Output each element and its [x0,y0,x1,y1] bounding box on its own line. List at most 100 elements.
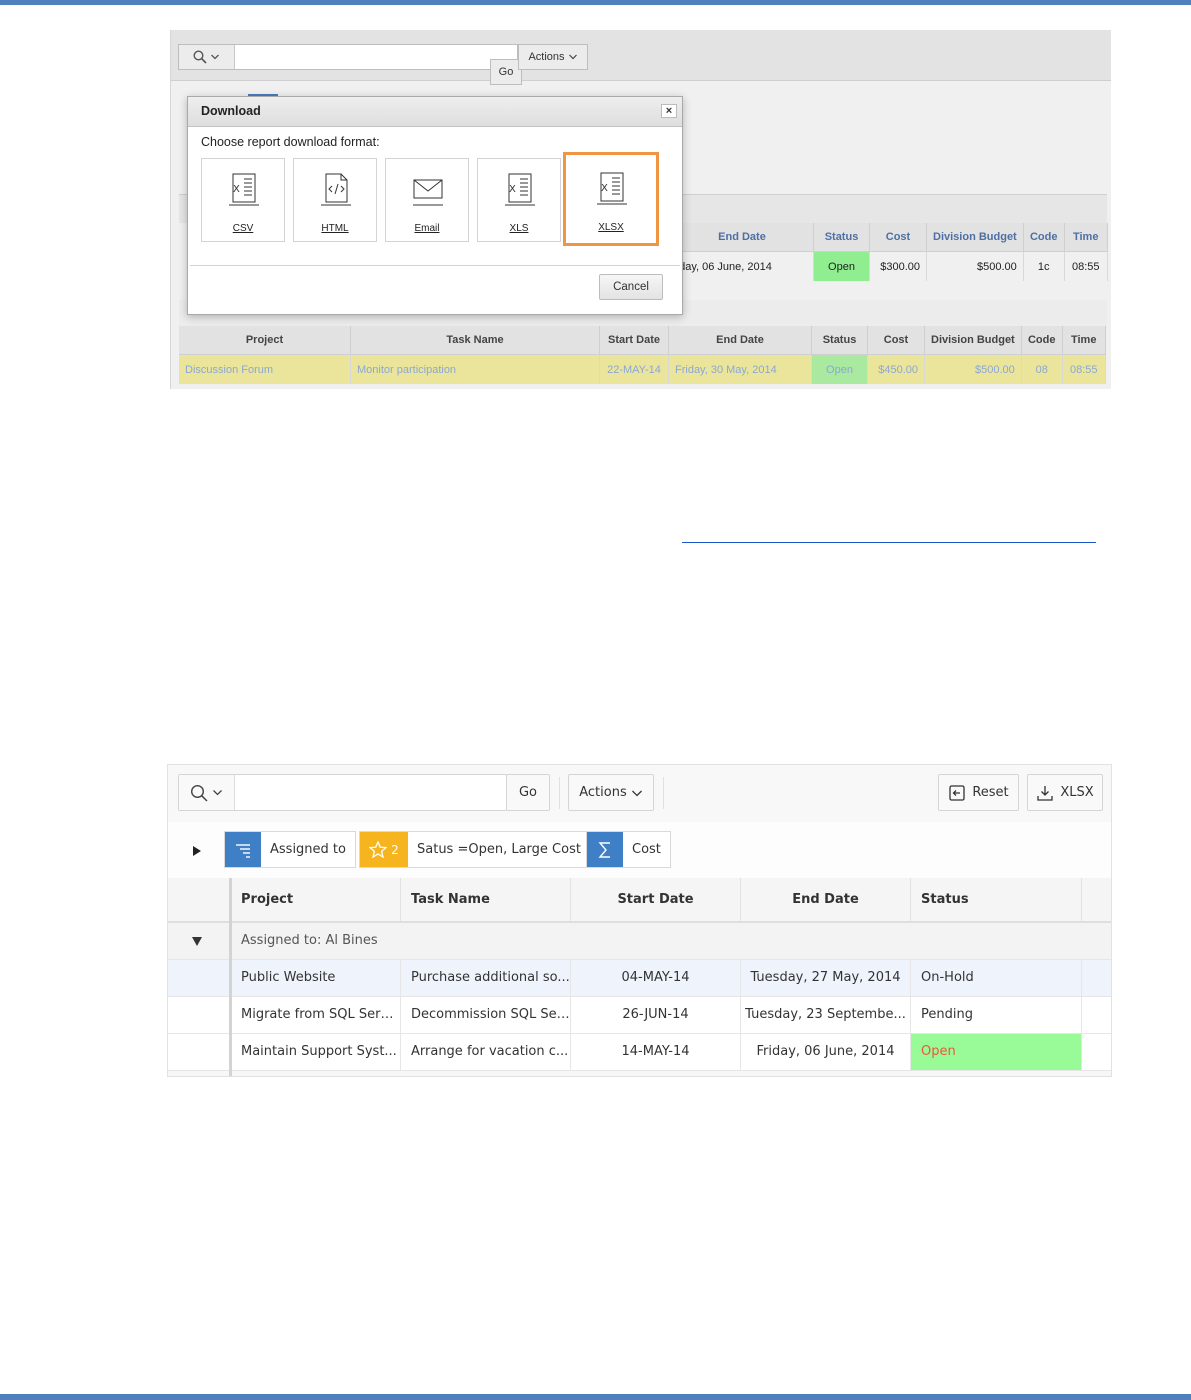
row-selector[interactable] [168,1034,230,1070]
format-option-xlsx[interactable]: X XLSX [563,152,659,246]
report-toolbar: Go Actions Reset XLSX [168,765,1111,823]
reset-button[interactable]: Reset [938,774,1019,811]
download-dialog-screenshot: Go Actions End Date Status Cost Division… [170,30,1111,389]
chip-label: Cost [632,842,661,857]
download-xlsx-button[interactable]: XLSX [1027,774,1103,811]
column-header-status[interactable]: Status [911,878,1082,921]
control-break-chip[interactable]: Assigned to [224,831,356,868]
task-name-cell: Purchase additional so... [401,960,571,996]
format-label: HTML [321,223,349,234]
start-date-cell: 04-MAY-14 [571,960,741,996]
project-cell: Public Website [231,960,401,996]
task-name-cell: Monitor participation [350,354,600,384]
download-dialog: Download × Choose report download format… [187,96,683,315]
status-cell: Open [813,251,870,281]
column-header-end-date[interactable]: End Date [741,878,911,921]
row-selector-header [168,878,230,921]
actions-label: Actions [528,51,565,63]
reset-label: Reset [972,785,1009,800]
search-column-selector[interactable] [179,775,235,810]
cancel-button[interactable]: Cancel [599,274,663,300]
control-break-row[interactable]: Assigned to: Al Bines [168,923,1111,960]
collapse-triangle-icon[interactable] [192,937,202,946]
column-header[interactable]: Status [811,326,868,355]
cost-cell: $300.00 [869,251,927,281]
code-cell: 1c [1023,251,1065,281]
column-header[interactable]: Code [1023,223,1065,252]
hyperlink-underline[interactable] [682,542,1096,543]
chevron-down-icon [213,790,222,796]
chevron-down-icon [568,54,577,60]
actions-menu-button[interactable]: Actions [518,44,588,70]
svg-text:X: X [509,184,516,195]
format-label: XLSX [598,222,624,233]
expand-triangle-icon[interactable] [192,846,202,856]
excel-file-icon: X [597,172,627,205]
download-label: XLSX [1060,785,1094,800]
row-selector[interactable] [168,997,230,1033]
search-icon [190,784,208,802]
report-table-top: End Date Status Cost Division Budget Cod… [671,223,1108,281]
project-cell: Discussion Forum [179,354,351,384]
time-cell: 08:55 [1062,354,1106,384]
format-option-csv[interactable]: X CSV [201,158,285,242]
column-header-task-name[interactable]: Task Name [401,878,571,921]
svg-text:X: X [233,184,240,195]
highlight-count-badge: 2 [391,842,399,857]
column-header[interactable]: Cost [867,326,925,355]
column-header[interactable]: End Date [668,326,812,355]
task-name-cell: Arrange for vacation c... [401,1034,571,1070]
division-budget-cell: $500.00 [926,251,1024,281]
chip-label: Assigned to [270,842,346,857]
search-field[interactable]: Go [178,44,522,85]
format-option-xls[interactable]: X XLS [477,158,561,242]
format-label: CSV [232,223,254,234]
chevron-down-icon [211,54,219,60]
envelope-icon [413,179,443,206]
start-date-cell: 22-MAY-14 [599,354,669,384]
column-header[interactable]: Division Budget [926,223,1024,252]
actions-label: Actions [579,785,627,800]
time-cell: 08:55 [1064,251,1108,281]
format-option-email[interactable]: Email [385,158,469,242]
search-column-selector[interactable] [179,45,235,69]
chevron-down-icon [631,790,642,796]
column-header-project[interactable]: Project [231,878,401,921]
grouped-report-screenshot: Go Actions Reset XLSX Assigned to 2 Satu… [167,764,1112,1077]
status-cell: Open [911,1034,1082,1070]
aggregate-chip[interactable]: Cost [586,831,671,868]
close-button[interactable]: × [661,104,677,118]
download-icon [1037,785,1053,801]
column-header[interactable]: End Date [671,223,814,252]
report-table-bottom: Project Task Name Start Date End Date St… [179,326,1106,384]
column-header[interactable]: Cost [869,223,927,252]
status-cell: Pending [911,997,1082,1033]
column-header[interactable]: Start Date [599,326,669,355]
actions-menu-button[interactable]: Actions [568,774,654,811]
search-field[interactable] [178,774,507,811]
column-header[interactable]: Time [1062,326,1106,355]
division-budget-cell: $500.00 [924,354,1022,384]
svg-text:X: X [601,183,608,194]
table-row[interactable]: Public Website Purchase additional so...… [168,960,1111,997]
column-header[interactable]: Project [179,326,351,355]
highlight-chip[interactable]: 2 Satus =Open, Large Cost [359,831,591,868]
column-header-start-date[interactable]: Start Date [571,878,741,921]
table-row[interactable]: Migrate from SQL Server Decommission SQL… [168,997,1111,1034]
row-selector[interactable] [168,960,230,996]
column-header[interactable]: Status [813,223,870,252]
format-option-html[interactable]: HTML [293,158,377,242]
search-icon [193,50,207,64]
table-row[interactable]: Maintain Support Syst... Arrange for vac… [168,1034,1111,1071]
column-header[interactable]: Task Name [350,326,600,355]
column-header[interactable]: Time [1064,223,1108,252]
reset-icon [949,784,965,801]
go-button[interactable]: Go [506,774,550,811]
start-date-cell: 14-MAY-14 [571,1034,741,1070]
column-header[interactable]: Division Budget [924,326,1022,355]
report-toolbar: Go Actions [171,30,1111,85]
dialog-divider [190,265,680,266]
end-date-cell: Friday, 06 June, 2014 [741,1034,911,1070]
column-header[interactable]: Code [1021,326,1063,355]
code-cell: 08 [1021,354,1063,384]
